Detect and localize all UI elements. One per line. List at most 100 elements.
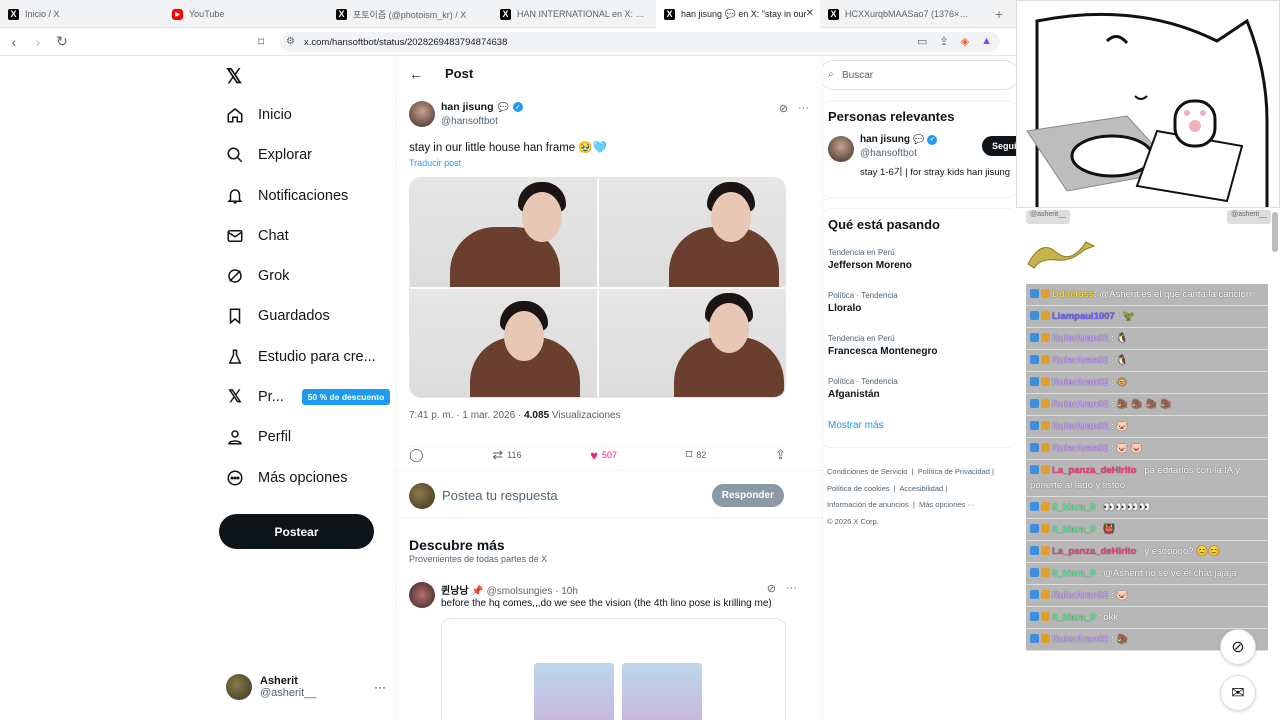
trend-item[interactable]: Política · Tendencia Lloralo (823, 291, 1016, 334)
post-photo[interactable] (410, 178, 597, 287)
browser-tab[interactable]: X 포토이즘 (@photoism_kr) / X (328, 0, 492, 28)
grok-icon[interactable]: ⊘ (767, 582, 776, 595)
chat-username: Ddaeloss (1052, 289, 1095, 300)
badge-icon (1041, 546, 1050, 555)
tweet-media[interactable] (441, 618, 786, 720)
mail-icon: ✉ (1231, 685, 1245, 702)
sidebar-item-premium[interactable]: 𝕏 Pr... 50 % de descuento (226, 387, 391, 406)
trend-item[interactable]: Política · Tendencia Afganistán (823, 377, 1016, 420)
brave-shield-icon[interactable]: ◈ (961, 35, 969, 48)
share-button[interactable]: ⇪ (775, 447, 786, 463)
sidebar-item-chat[interactable]: Chat (226, 227, 289, 245)
messages-fab-button[interactable]: ✉ (1220, 675, 1256, 711)
rewards-icon[interactable]: ▲ (981, 35, 992, 48)
follow-button[interactable]: Seguir (982, 136, 1016, 156)
chat-text: : 🦖 (1114, 311, 1135, 322)
more-icon[interactable]: ··· (786, 582, 797, 595)
more-icon[interactable]: ··· (374, 680, 386, 694)
share-icon[interactable]: ⇪ (939, 35, 948, 48)
browser-tab-active[interactable]: Xhan jisung 💬 en X: "stay in our ✕ (656, 0, 820, 28)
close-icon[interactable]: ✕ (806, 8, 814, 19)
translate-link[interactable]: Traducir post (409, 158, 461, 168)
search-input[interactable]: ⌕ Buscar (823, 60, 1016, 90)
badge-icon (1041, 465, 1050, 474)
show-more-link[interactable]: Mostrar más (823, 420, 1016, 431)
reply-submit-button[interactable]: Responder (711, 484, 784, 507)
x-logo-icon[interactable]: 𝕏 (226, 64, 242, 89)
avatar[interactable] (409, 101, 435, 127)
badge-icon (1041, 399, 1050, 408)
more-icon[interactable]: ··· (798, 102, 809, 115)
badge-icon (1041, 421, 1050, 430)
account-name: Asherit (260, 675, 298, 687)
chat-text: : 👀👀👀👀 (1095, 502, 1151, 513)
like-button[interactable]: ♥ 507 (590, 447, 617, 463)
trend-item[interactable]: Tendencia en Perú Jefferson Moreno (823, 248, 1016, 291)
new-tab-button[interactable]: + (984, 0, 1014, 27)
reply-composer: Postea tu respuesta Responder (397, 470, 822, 518)
chat-text: : 🐷 (1108, 590, 1129, 601)
chat-username: RulerAran02 (1052, 377, 1109, 388)
post-photo[interactable] (598, 288, 785, 397)
chat-message: 0_kiara_0 : okk (1026, 607, 1268, 629)
panel-title: Personas relevantes (828, 109, 955, 124)
badge-icon (1030, 355, 1039, 364)
post-photo[interactable] (598, 178, 785, 287)
badge-icon (1041, 590, 1050, 599)
trends-panel: Qué está pasando Tendencia en Perú Jeffer… (823, 208, 1016, 448)
url-field[interactable]: ⚙ x.com/hansoftbot/status/20282694837948… (280, 32, 1000, 52)
verified-icon: ✓ (927, 134, 938, 145)
chat-username: RulerAran02 (1052, 399, 1109, 410)
sidebar-item-inicio[interactable]: Inicio (226, 106, 292, 124)
author-handle[interactable]: @hansoftbot (441, 116, 498, 127)
badge-icon (1030, 524, 1039, 533)
sidebar-item-perfil[interactable]: Perfil (226, 428, 291, 446)
reload-icon[interactable]: ↻ (52, 33, 72, 50)
x-logo-icon: X (8, 8, 19, 20)
sidebar-item-mas-opciones[interactable]: Más opciones (226, 469, 347, 487)
author-name[interactable]: han jisung 💬 ✓ (441, 101, 523, 113)
speech-bubble-icon: 💬 (913, 134, 925, 144)
sidebar-item-notificaciones[interactable]: Notificaciones (226, 187, 348, 205)
grok-icon[interactable]: ⊘ (779, 102, 788, 115)
sidebar-item-explorar[interactable]: Explorar (226, 146, 312, 164)
reply-input[interactable]: Postea tu respuesta (442, 488, 558, 503)
relevant-user[interactable]: han jisung 💬 ✓ @hansoftbot stay 1-6기 | for… (823, 124, 1016, 194)
sidebar-item-guardados[interactable]: Guardados (226, 307, 330, 325)
forward-arrow-icon[interactable]: › (28, 34, 48, 50)
browser-tab[interactable]: ▶ YouTube (164, 0, 328, 28)
trend-item[interactable]: Tendencia en Perú Francesca Montenegro (823, 334, 1016, 377)
tab-strip: X Inicio / X ▶ YouTube X 포토이즘 (@photoism_kr… (0, 0, 1016, 28)
bookmark-button[interactable]: ⌑ 82 (686, 447, 707, 463)
verified-icon: ✓ (512, 102, 523, 112)
post-button[interactable]: Postear (219, 514, 374, 549)
cast-icon[interactable]: ▭ (917, 35, 927, 48)
retweet-button[interactable]: ⇄ 116 (492, 447, 521, 463)
chat-message: RulerAran02 : 🦣 🦣 🦣 🦣 (1026, 394, 1268, 416)
post-photo[interactable] (410, 288, 597, 397)
address-bar-row: ‹ › ↻ ⌑ ⚙ x.com/hansoftbot/status/202826… (0, 28, 1016, 56)
site-settings-icon[interactable]: ⚙ (286, 36, 295, 47)
badge-icon (1041, 355, 1050, 364)
sidebar-item-estudio[interactable]: Estudio para cre... (226, 348, 376, 366)
browser-tab[interactable]: X HCXXurqbMAASao7 (1376×4096) (820, 0, 984, 28)
back-arrow-icon[interactable]: ← (409, 66, 423, 82)
chat-text: : @Asherit no se ve el chat jajaja (1095, 568, 1237, 579)
post-actions: ⊘ ··· (779, 102, 809, 115)
x-logo-icon: X (828, 8, 839, 20)
bookmark-icon[interactable]: ⌑ (258, 35, 264, 49)
back-arrow-icon[interactable]: ‹ (4, 34, 24, 50)
reply-button[interactable]: ◯ (409, 447, 424, 463)
badge-icon (1041, 634, 1050, 643)
tweet-author[interactable]: 퀸낭낭 📌 @smolsungies · 10h (441, 582, 578, 597)
browser-tab[interactable]: XHAN INTERNATIONAL en X: "[💘📷 (492, 0, 656, 28)
sidebar-item-grok[interactable]: Grok (226, 267, 289, 285)
browser-tab[interactable]: X Inicio / X (0, 0, 164, 28)
grok-fab-button[interactable]: ⊘ (1220, 629, 1256, 665)
scrollbar[interactable] (1272, 212, 1278, 252)
page-title: Post (445, 66, 474, 81)
avatar[interactable] (409, 582, 435, 608)
chat-username: RulerAran02 (1052, 333, 1109, 344)
chat-message: RulerAran02 : 🐷 (1026, 416, 1268, 438)
account-switcher[interactable]: Asherit @asherit__ ··· (226, 674, 386, 700)
